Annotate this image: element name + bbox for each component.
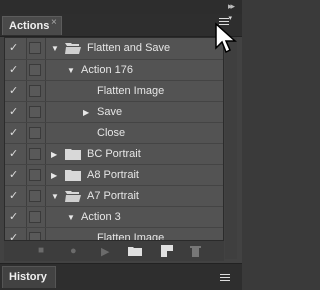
dialog-toggle-box[interactable] [29, 42, 41, 54]
command-label: Flatten Image [97, 85, 165, 97]
record-icon[interactable]: ● [70, 245, 77, 257]
action-label: Action 3 [81, 211, 121, 223]
set-label: BC Portrait [87, 148, 141, 160]
trash-icon[interactable] [190, 245, 201, 260]
dialog-toggle-box[interactable] [29, 190, 41, 202]
tab-close-icon[interactable]: × [51, 17, 57, 28]
action-row[interactable]: ✓ ▶ A8 Portrait [5, 164, 223, 186]
dialog-toggle-box[interactable] [29, 85, 41, 97]
folder-icon [65, 170, 81, 181]
action-row[interactable]: ✓ ▶ Save [5, 101, 223, 123]
dialog-toggle-box[interactable] [29, 106, 41, 118]
tab-actions-label: Actions [9, 20, 50, 32]
disclosure-expanded-icon[interactable]: ▼ [51, 44, 59, 53]
open-folder-icon [65, 43, 81, 54]
folder-icon [65, 149, 81, 160]
disclosure-expanded-icon[interactable]: ▼ [67, 66, 75, 75]
scrollbar[interactable] [225, 37, 237, 259]
tab-history[interactable]: History [2, 266, 56, 288]
disclosure-expanded-icon[interactable]: ▼ [67, 213, 75, 222]
command-label: Close [97, 127, 126, 139]
action-label: Action 176 [81, 64, 133, 76]
actions-panel: ▸▸ Actions × ▾ ✓ ▼ Flatten and Save ✓ ▼ Actio… [0, 0, 242, 290]
toggle-check-icon[interactable]: ✓ [9, 105, 18, 118]
menu-arrow-icon: ▾ [228, 15, 232, 22]
set-label: Flatten and Save [87, 42, 171, 54]
open-folder-icon [65, 191, 81, 202]
dialog-toggle-box[interactable] [29, 169, 41, 181]
panel-topbar: ▸▸ [0, 0, 242, 14]
action-row[interactable]: ✓ Close [5, 122, 223, 144]
disclosure-collapsed-icon[interactable]: ▶ [51, 150, 57, 159]
action-row[interactable]: ✓ ▼ Action 176 [5, 59, 223, 81]
dialog-toggle-box[interactable] [29, 64, 41, 76]
new-set-icon[interactable] [128, 245, 142, 259]
dialog-toggle-box[interactable] [29, 148, 41, 160]
stop-icon[interactable]: ■ [38, 245, 44, 256]
actions-list: ✓ ▼ Flatten and Save ✓ ▼ Action 176 ✓ Flatten I… [4, 37, 224, 259]
mouse-cursor-icon [215, 22, 237, 54]
toggle-check-icon[interactable]: ✓ [9, 84, 18, 97]
toggle-check-icon[interactable]: ✓ [9, 41, 18, 54]
action-row[interactable]: ✓ ▶ BC Portrait [5, 143, 223, 165]
toggle-check-icon[interactable]: ✓ [9, 126, 18, 139]
tab-row: Actions × [0, 14, 242, 37]
dialog-toggle-box[interactable] [29, 127, 41, 139]
toggle-check-icon[interactable]: ✓ [9, 63, 18, 76]
toggle-check-icon[interactable]: ✓ [9, 210, 18, 223]
disclosure-expanded-icon[interactable]: ▼ [51, 192, 59, 201]
toggle-check-icon[interactable]: ✓ [9, 168, 18, 181]
action-row[interactable]: ✓ ▼ A7 Portrait [5, 185, 223, 207]
command-label: Save [97, 106, 123, 118]
toggle-check-icon[interactable]: ✓ [9, 147, 18, 160]
dialog-toggle-box[interactable] [29, 211, 41, 223]
new-action-icon[interactable] [161, 245, 173, 260]
history-tab-row: History [0, 263, 242, 290]
set-label: A8 Portrait [87, 169, 139, 181]
history-menu-icon[interactable] [220, 274, 230, 283]
disclosure-collapsed-icon[interactable]: ▶ [83, 108, 89, 117]
collapse-panel-icon[interactable]: ▸▸ [228, 1, 235, 12]
tab-history-label: History [9, 271, 47, 283]
action-row[interactable]: ✓ ▼ Flatten and Save [5, 38, 223, 60]
disclosure-collapsed-icon[interactable]: ▶ [51, 171, 57, 180]
play-icon[interactable]: ▶ [101, 245, 109, 258]
set-label: A7 Portrait [87, 190, 139, 202]
toggle-check-icon[interactable]: ✓ [9, 189, 18, 202]
action-row[interactable]: ✓ Flatten Image [5, 80, 223, 102]
action-row[interactable]: ✓ ▼ Action 3 [5, 206, 223, 228]
actions-toolbar: ■ ● ▶ [4, 240, 224, 261]
